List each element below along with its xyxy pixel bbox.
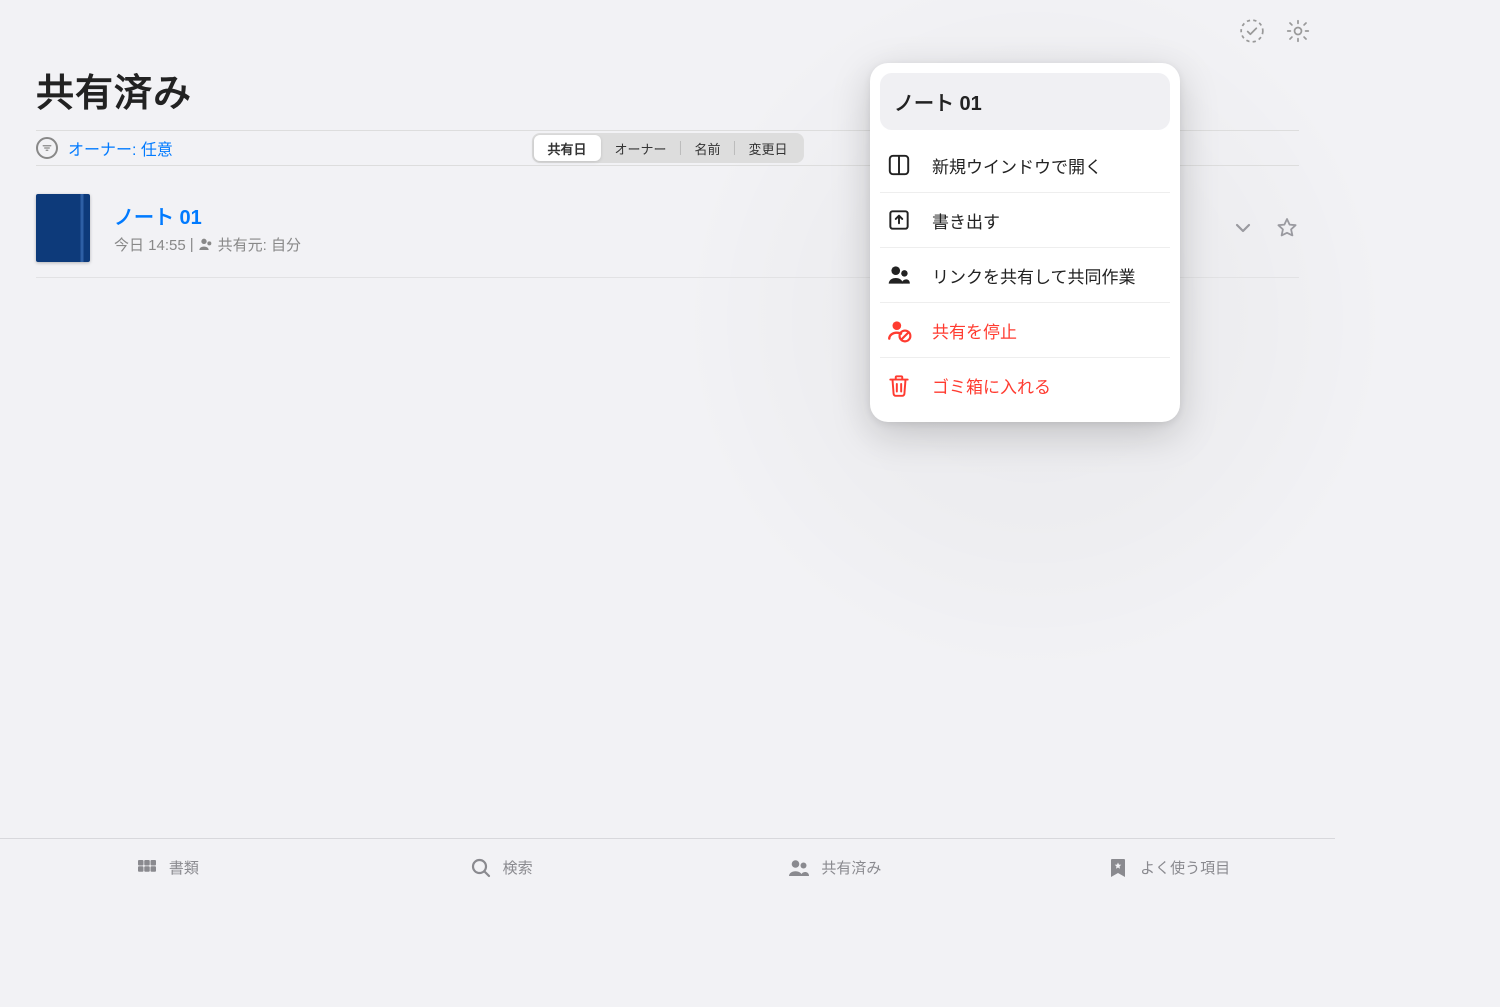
tab-label: 検索 <box>503 857 533 878</box>
note-title: ノート 01 <box>114 201 301 230</box>
menu-trash[interactable]: ゴミ箱に入れる <box>880 358 1170 412</box>
collaborate-icon <box>886 262 912 288</box>
bottom-tab-bar: 書類 検索 共有済み よく使う項目 <box>0 838 1335 896</box>
tab-shared[interactable]: 共有済み <box>668 839 1002 896</box>
context-menu-popover: ノート 01 新規ウインドウで開く 書き出す リンクを共有して共同作業 <box>870 63 1180 422</box>
menu-item-label: 共有を停止 <box>932 318 1017 343</box>
segment-share-date[interactable]: 共有日 <box>533 135 600 161</box>
menu-item-label: 新規ウインドウで開く <box>932 153 1102 178</box>
trash-icon <box>886 372 912 398</box>
segment-owner[interactable]: オーナー <box>600 135 680 161</box>
bookmark-star-icon <box>1106 856 1130 880</box>
sort-segmented-control: 共有日 オーナー 名前 変更日 <box>531 133 803 163</box>
menu-item-label: ゴミ箱に入れる <box>932 373 1051 398</box>
note-info: ノート 01 今日 14:55 | 共有元: 自分 <box>114 201 301 255</box>
menu-item-label: リンクを共有して共同作業 <box>932 263 1136 288</box>
owner-filter-label: オーナー: 任意 <box>68 136 173 160</box>
stop-share-icon <box>886 317 912 343</box>
tab-favorites[interactable]: よく使う項目 <box>1001 839 1335 896</box>
search-icon <box>469 856 493 880</box>
note-timestamp: 今日 14:55 <box>114 234 186 255</box>
segment-modified[interactable]: 変更日 <box>735 135 802 161</box>
star-icon[interactable] <box>1275 216 1299 240</box>
tab-label: 書類 <box>169 857 199 878</box>
tab-label: 共有済み <box>821 857 881 878</box>
tab-label: よく使う項目 <box>1140 857 1230 878</box>
export-icon <box>886 207 912 233</box>
owner-filter[interactable]: オーナー: 任意 <box>36 136 173 160</box>
grid-icon <box>135 856 159 880</box>
shared-icon <box>198 236 214 252</box>
menu-export[interactable]: 書き出す <box>880 193 1170 248</box>
select-mode-icon[interactable] <box>1239 18 1265 44</box>
note-meta: 今日 14:55 | 共有元: 自分 <box>114 234 301 255</box>
menu-open-new-window[interactable]: 新規ウインドウで開く <box>880 138 1170 193</box>
menu-stop-sharing[interactable]: 共有を停止 <box>880 303 1170 358</box>
context-menu-list: 新規ウインドウで開く 書き出す リンクを共有して共同作業 共有を停止 <box>870 138 1180 422</box>
chevron-down-icon[interactable] <box>1231 216 1255 240</box>
people-icon <box>787 856 811 880</box>
segment-name[interactable]: 名前 <box>681 135 735 161</box>
filter-icon <box>36 137 58 159</box>
menu-collaborate[interactable]: リンクを共有して共同作業 <box>880 248 1170 303</box>
note-shared-by: 共有元: 自分 <box>218 234 301 255</box>
notebook-thumbnail-icon <box>36 194 90 262</box>
page-title: 共有済み <box>36 62 192 117</box>
new-window-icon <box>886 152 912 178</box>
context-menu-title: ノート 01 <box>880 73 1170 130</box>
menu-item-label: 書き出す <box>932 208 1000 233</box>
settings-gear-icon[interactable] <box>1285 18 1311 44</box>
tab-documents[interactable]: 書類 <box>0 839 334 896</box>
tab-search[interactable]: 検索 <box>334 839 668 896</box>
